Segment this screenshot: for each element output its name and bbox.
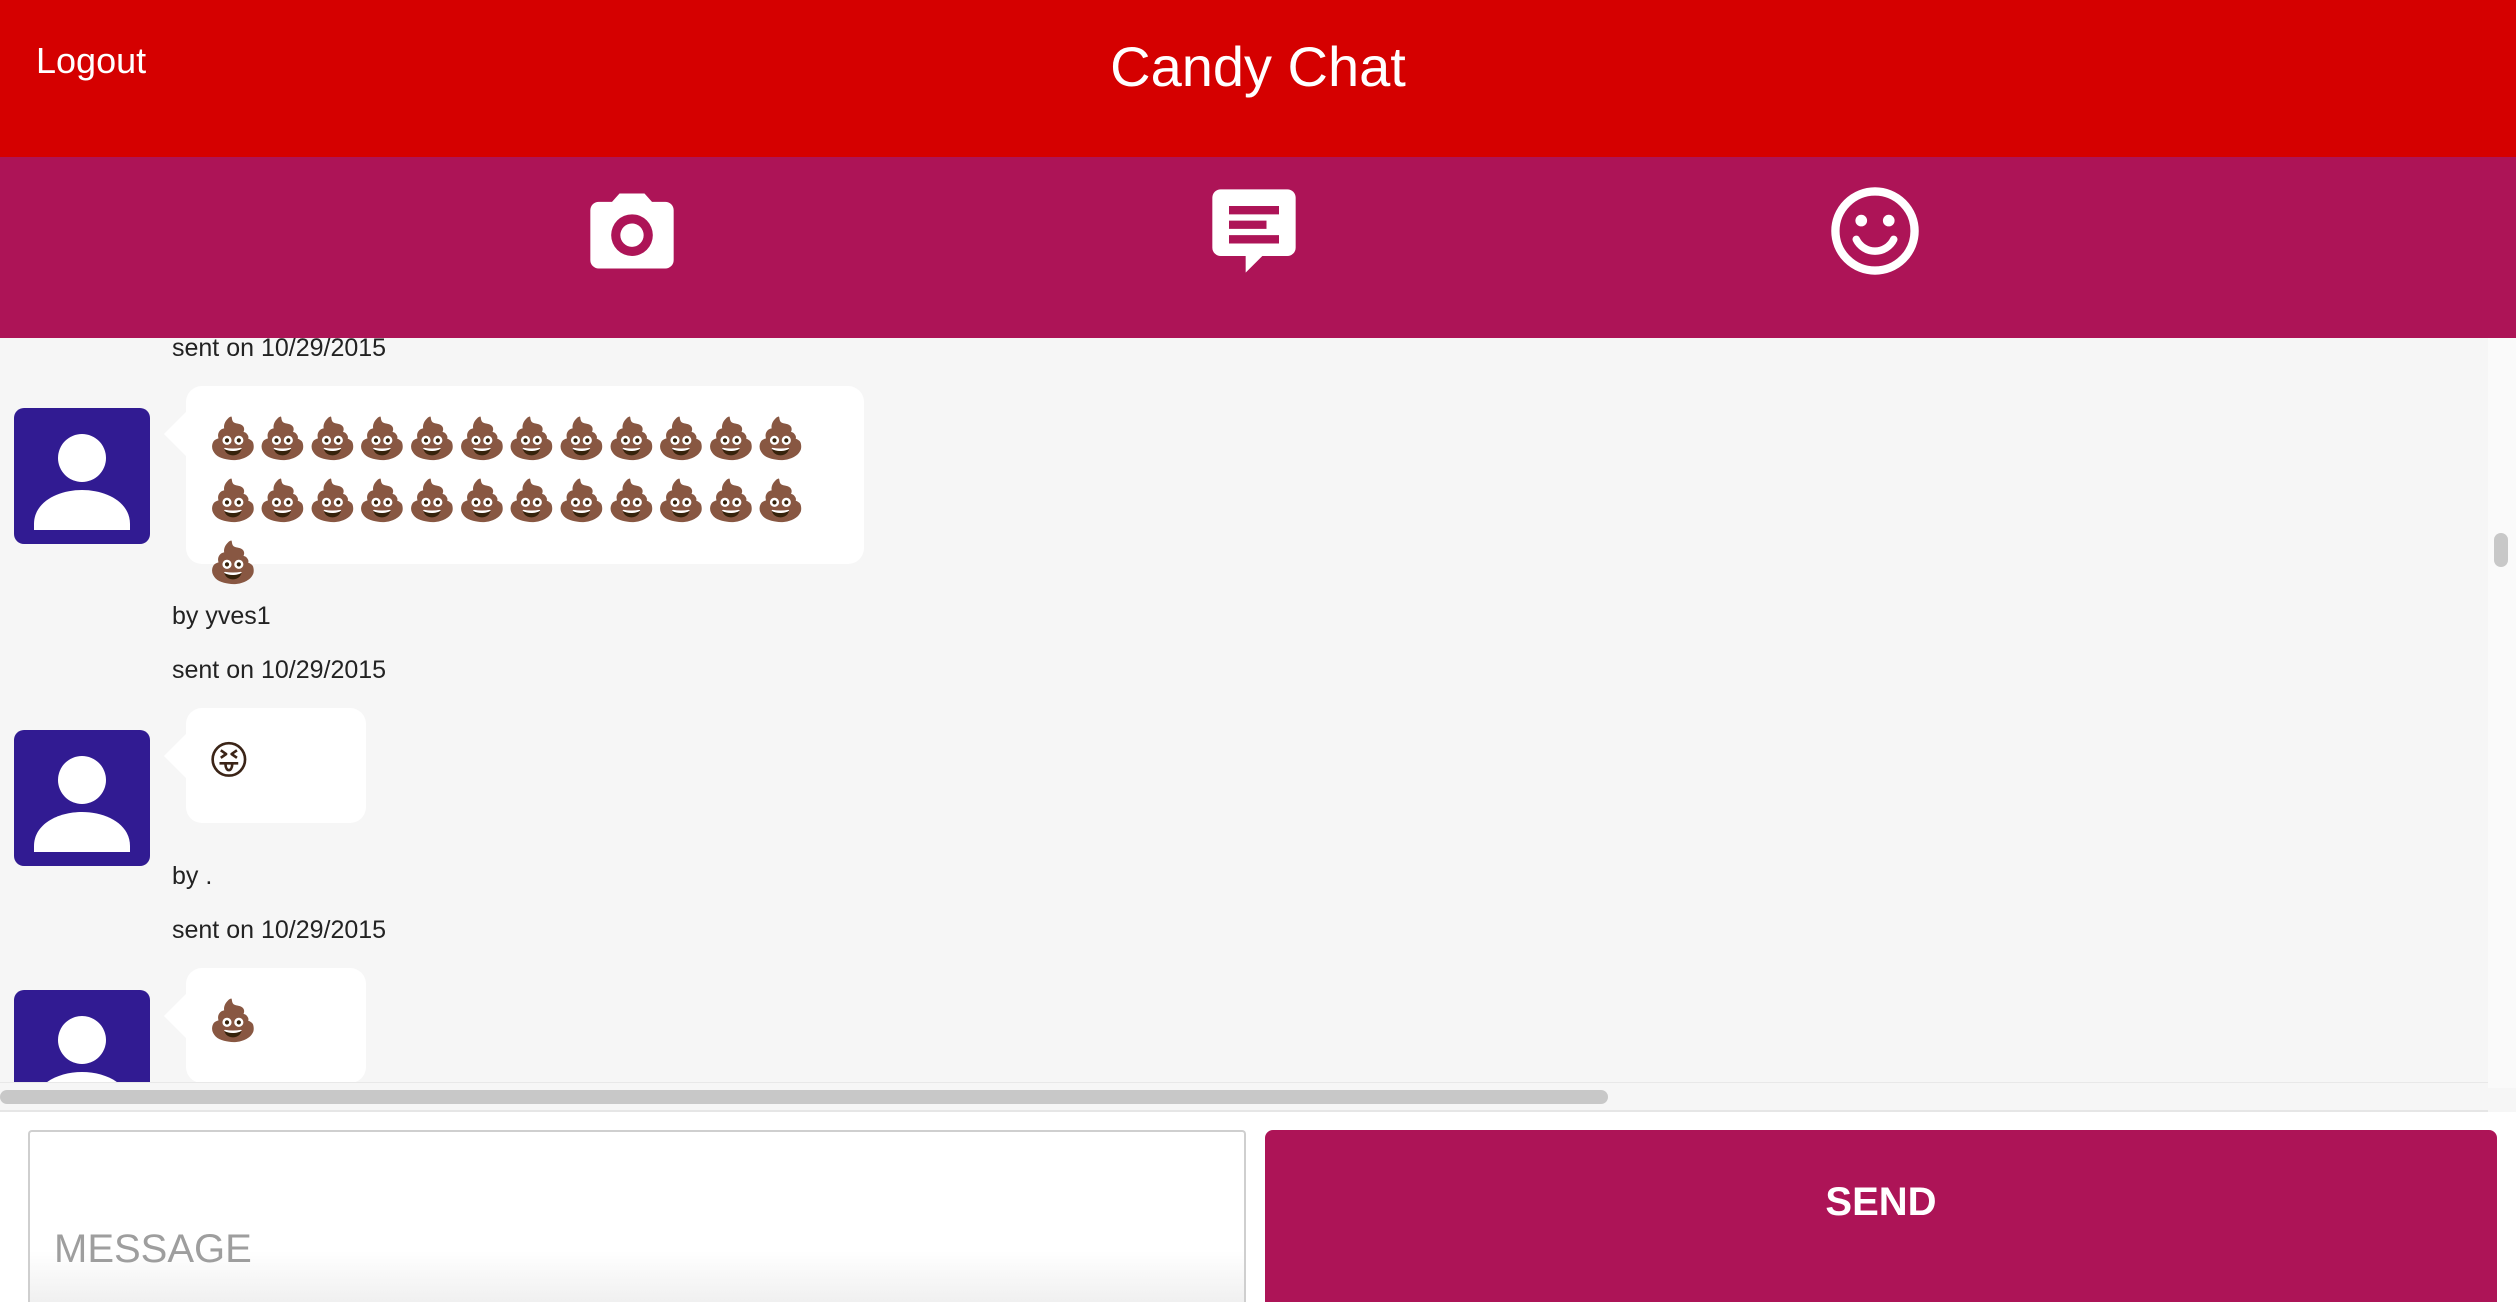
vertical-scrollbar-thumb[interactable]: [2494, 533, 2508, 567]
avatar: [14, 408, 150, 544]
user-icon: [34, 756, 130, 852]
avatar: [14, 730, 150, 866]
vertical-scrollbar[interactable]: [2488, 338, 2516, 1088]
horizontal-scrollbar-thumb[interactable]: [0, 1090, 1608, 1104]
tab-emoji[interactable]: [1825, 181, 1925, 281]
message-timestamp: sent on 10/29/2015: [172, 916, 387, 944]
send-button[interactable]: SEND: [1265, 1130, 2497, 1302]
avatar: [14, 990, 150, 1082]
chat-icon: [1212, 189, 1296, 273]
tab-bar: [0, 157, 2516, 338]
tab-camera[interactable]: [582, 181, 682, 281]
camera-icon: [590, 193, 674, 269]
message-timestamp: sent on 10/29/2015: [172, 656, 387, 684]
message-list[interactable]: sent on 10/29/2015 💩💩💩💩💩💩💩💩💩💩💩💩💩💩💩💩💩💩💩💩💩…: [0, 338, 2488, 1082]
message-author: by .: [172, 862, 213, 890]
message-bubble: 😝: [164, 708, 366, 823]
message-input[interactable]: [28, 1130, 1246, 1302]
message-author: by yves1: [172, 602, 271, 630]
user-icon: [34, 434, 130, 530]
tab-chat[interactable]: [1204, 181, 1304, 281]
message-bubble: 💩💩💩💩💩💩💩💩💩💩💩💩💩💩💩💩💩💩💩💩💩💩💩💩💩: [164, 386, 864, 586]
user-icon: [47, 1016, 117, 1082]
page-title: Candy Chat: [1110, 35, 1406, 98]
message-timestamp: sent on 10/29/2015: [172, 338, 387, 362]
app-header: Logout Candy Chat: [0, 0, 2516, 157]
message-bubble: 💩: [164, 968, 366, 1082]
smiley-icon: [1831, 187, 1919, 275]
